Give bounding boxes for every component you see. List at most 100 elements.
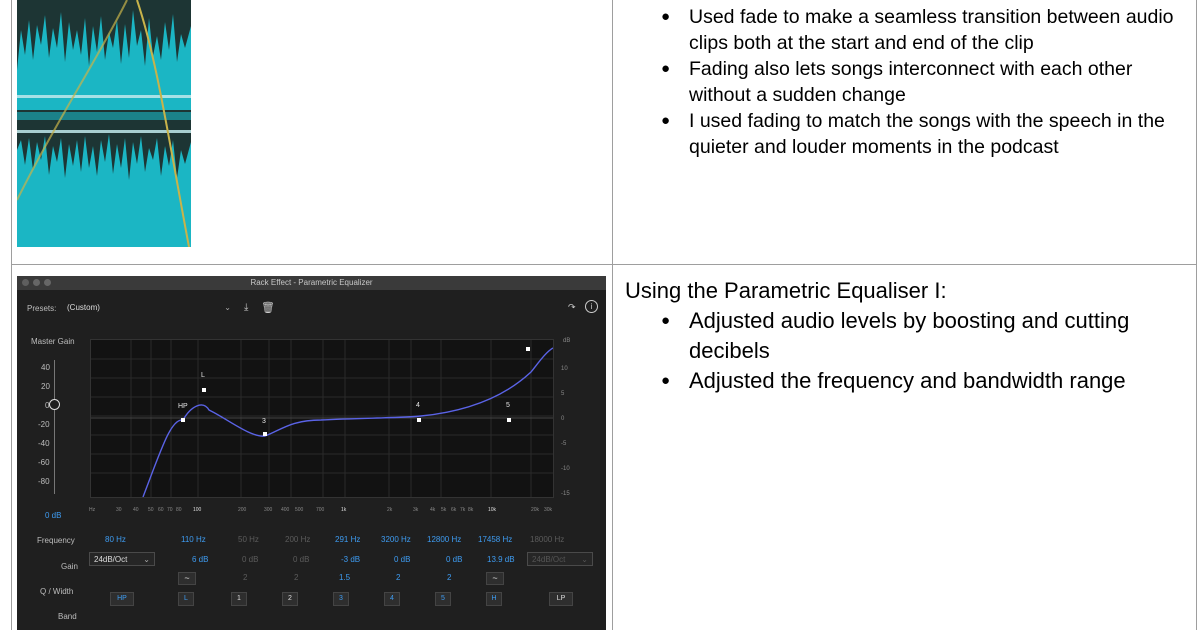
band1-frequency[interactable]: 50 Hz	[238, 535, 259, 544]
freq-tick: 6k	[451, 507, 457, 513]
waveform-image	[17, 0, 191, 247]
band-row-label: Band	[58, 612, 77, 621]
band2-q[interactable]: 2	[294, 573, 298, 582]
band5-q[interactable]: 2	[447, 573, 451, 582]
chevron-down-icon: ⌄	[224, 303, 231, 312]
band-toggle-3[interactable]: 3	[333, 592, 349, 606]
band2-gain[interactable]: 0 dB	[293, 555, 309, 564]
parametric-equalizer-window: Rack Effect - Parametric Equalizer Prese…	[17, 276, 606, 630]
curve-point-label: L	[201, 372, 205, 379]
freq-tick: 400	[281, 507, 290, 513]
band3-gain[interactable]: -3 dB	[341, 555, 360, 564]
band1-gain[interactable]: 0 dB	[242, 555, 258, 564]
hp-slope-dropdown[interactable]: 24dB/Oct ⌄	[89, 552, 155, 566]
band5-frequency[interactable]: 12800 Hz	[427, 535, 461, 544]
lp-slope-value: 24dB/Oct	[532, 555, 566, 564]
freq-tick: 50	[148, 507, 154, 513]
band-toggle-4[interactable]: 4	[384, 592, 400, 606]
band4-gain[interactable]: 0 dB	[394, 555, 410, 564]
curve-point-label: 4	[416, 402, 420, 409]
delete-preset-icon[interactable]: 🗑	[261, 301, 275, 314]
routing-icon[interactable]: ↷	[568, 302, 576, 313]
minimize-window-button[interactable]	[33, 279, 40, 286]
info-icon[interactable]: i	[585, 300, 598, 313]
table-border-middle	[612, 0, 613, 630]
db-tick: -15	[561, 491, 570, 497]
gain-tick: -80	[38, 477, 50, 486]
window-title: Rack Effect - Parametric Equalizer	[250, 278, 373, 287]
download-preset-icon[interactable]: ⤓	[244, 302, 248, 313]
frequency-row-label: Frequency	[37, 536, 75, 545]
h-gain[interactable]: 13.9 dB	[487, 555, 515, 564]
bullet-item: I used fading to match the songs with th…	[625, 108, 1195, 160]
band-toggle-hp[interactable]: HP	[110, 592, 134, 606]
band4-frequency[interactable]: 3200 Hz	[381, 535, 411, 544]
l-gain[interactable]: 6 dB	[192, 555, 208, 564]
freq-tick: 10k	[488, 507, 497, 513]
high-shelf-shape-button[interactable]: ~	[486, 572, 504, 585]
zoom-window-button[interactable]	[44, 279, 51, 286]
freq-tick: 20k	[531, 507, 540, 513]
master-gain-knob[interactable]	[49, 399, 60, 410]
freq-tick: 100	[193, 507, 202, 513]
freq-tick: 2k	[387, 507, 393, 513]
freq-tick: 70	[167, 507, 173, 513]
band-toggle-lp[interactable]: LP	[549, 592, 573, 606]
presets-label: Presets:	[27, 304, 57, 313]
freq-tick: Hz	[89, 507, 96, 513]
band1-q[interactable]: 2	[243, 573, 247, 582]
master-gain-label: Master Gain	[31, 337, 75, 346]
table-border-right	[1196, 0, 1197, 630]
db-tick: -5	[561, 441, 567, 447]
fade-bullet-list: Used fade to make a seamless transition …	[625, 4, 1195, 160]
gain-tick: 20	[41, 382, 50, 391]
lp-slope-dropdown[interactable]: 24dB/Oct ⌄	[527, 552, 593, 566]
band-toggle-5[interactable]: 5	[435, 592, 451, 606]
l-frequency[interactable]: 110 Hz	[181, 535, 206, 544]
q-width-row-label: Q / Width	[40, 587, 74, 596]
freq-tick: 5k	[441, 507, 447, 513]
hp-slope-value: 24dB/Oct	[94, 555, 128, 564]
freq-tick: 80	[176, 507, 182, 513]
preset-value: (Custom)	[67, 303, 100, 312]
bullet-item: Fading also lets songs interconnect with…	[625, 56, 1195, 108]
master-gain-slider-track[interactable]	[54, 360, 55, 494]
gain-tick: -20	[38, 420, 50, 429]
bullet-item: Adjusted audio levels by boosting and cu…	[625, 306, 1195, 366]
freq-tick: 4k	[430, 507, 436, 513]
eq-graph-svg	[91, 340, 554, 498]
top-right-cell: Used fade to make a seamless transition …	[625, 4, 1195, 160]
bullet-item: Used fade to make a seamless transition …	[625, 4, 1195, 56]
freq-tick: 8k	[468, 507, 474, 513]
freq-tick: 30	[116, 507, 122, 513]
db-tick: 0	[561, 416, 565, 422]
gain-tick: -60	[38, 458, 50, 467]
band-toggle-l[interactable]: L	[178, 592, 194, 606]
low-shelf-shape-button[interactable]: ~	[178, 572, 196, 585]
band-toggle-1[interactable]: 1	[231, 592, 247, 606]
equaliser-bullet-list: Adjusted audio levels by boosting and cu…	[625, 306, 1195, 396]
gain-tick: -40	[38, 439, 50, 448]
freq-tick: 30k	[544, 507, 553, 513]
band-toggle-2[interactable]: 2	[282, 592, 298, 606]
h-frequency[interactable]: 17458 Hz	[478, 535, 512, 544]
eq-graph[interactable]: HP L 3 4 5	[90, 339, 554, 498]
hp-frequency[interactable]: 80 Hz	[105, 535, 126, 544]
band3-frequency[interactable]: 291 Hz	[335, 535, 360, 544]
close-window-button[interactable]	[22, 279, 29, 286]
curve-point-label: HP	[178, 403, 188, 410]
db-tick: 5	[561, 391, 565, 397]
presets-dropdown[interactable]: (Custom) ⌄	[63, 301, 233, 315]
band4-q[interactable]: 2	[396, 573, 400, 582]
band-toggle-h[interactable]: H	[486, 592, 502, 606]
curve-point-label: 5	[506, 402, 510, 409]
window-titlebar: Rack Effect - Parametric Equalizer	[17, 276, 606, 290]
curve-point-label: 3	[262, 418, 266, 425]
lp-frequency[interactable]: 18000 Hz	[530, 535, 564, 544]
band3-q[interactable]: 1.5	[339, 573, 350, 582]
band2-frequency[interactable]: 200 Hz	[285, 535, 310, 544]
freq-tick: 60	[158, 507, 164, 513]
bottom-right-cell: Using the Parametric Equaliser I: Adjust…	[625, 276, 1195, 396]
gain-tick: 40	[41, 363, 50, 372]
band5-gain[interactable]: 0 dB	[446, 555, 462, 564]
